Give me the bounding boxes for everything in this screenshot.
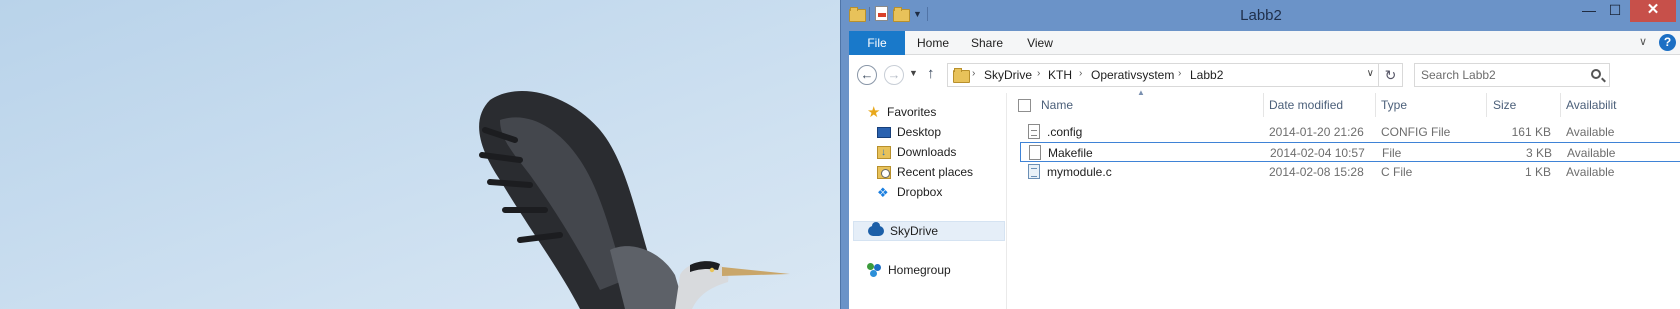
file-size: 3 KB (1525, 146, 1552, 160)
table-row[interactable]: Makefile 2014-02-04 10:57 File 3 KB Avai… (1020, 142, 1680, 162)
config-file-icon (1028, 124, 1040, 139)
file-availability: Available (1567, 146, 1616, 160)
breadcrumb-separator[interactable]: › (1037, 68, 1040, 79)
column-divider[interactable] (1263, 93, 1264, 117)
sidebar-item-favorites[interactable]: ★ Favorites (867, 103, 936, 121)
file-availability: Available (1566, 165, 1615, 179)
breadcrumb-separator[interactable]: › (1178, 68, 1181, 79)
skydrive-cloud-icon (868, 222, 884, 236)
file-date: 2014-02-08 15:28 (1269, 165, 1364, 179)
file-list: ▲ Name Date modified Type Size Availabil… (1008, 88, 1680, 309)
ribbon-tabs: File Home Share View ∨ ? (849, 31, 1680, 55)
file-date: 2014-01-20 21:26 (1269, 125, 1364, 139)
homegroup-icon (867, 263, 882, 277)
blank-file-icon (1029, 145, 1041, 160)
star-icon: ★ (867, 103, 881, 121)
sidebar-item-homegroup[interactable]: Homegroup (867, 261, 951, 279)
column-header-name[interactable]: Name (1041, 95, 1073, 115)
file-type: File (1382, 146, 1402, 160)
desktop-icon (877, 126, 891, 138)
column-header-size[interactable]: Size (1493, 95, 1516, 115)
help-icon[interactable]: ? (1659, 34, 1676, 51)
column-divider[interactable] (1560, 93, 1561, 117)
c-file-icon (1028, 164, 1040, 179)
sidebar-item-downloads[interactable]: Downloads (877, 143, 957, 162)
file-name: Makefile (1048, 146, 1093, 160)
column-header-date-modified[interactable]: Date modified (1269, 95, 1343, 115)
sidebar-item-dropbox[interactable]: ❖ Dropbox (877, 183, 942, 201)
sidebar-item-label: SkyDrive (890, 224, 939, 238)
dropbox-icon: ❖ (877, 184, 889, 200)
select-all-checkbox[interactable] (1018, 99, 1031, 112)
breadcrumb-labb2[interactable]: Labb2 (1190, 68, 1223, 82)
sidebar-item-label: Homegroup (888, 263, 951, 277)
file-size: 161 KB (1511, 125, 1551, 139)
downloads-folder-icon (877, 144, 891, 162)
window-title: Labb2 (1240, 7, 1282, 24)
tab-share[interactable]: Share (961, 31, 1013, 55)
file-date: 2014-02-04 10:57 (1270, 146, 1365, 160)
tab-file[interactable]: File (849, 31, 905, 55)
column-divider[interactable] (1375, 93, 1376, 117)
sidebar-item-label: Downloads (897, 145, 957, 159)
refresh-button[interactable]: ↻ (1379, 63, 1403, 87)
back-button[interactable]: ← (857, 65, 877, 85)
close-button[interactable]: ✕ (1630, 0, 1676, 22)
folder-icon (953, 68, 970, 83)
sort-ascending-icon: ▲ (1137, 88, 1145, 97)
sidebar-item-skydrive[interactable]: SkyDrive (853, 221, 1005, 241)
breadcrumb-kth[interactable]: KTH (1048, 68, 1072, 82)
navigation-bar: ← → ▼ ↑ › SkyDrive › KTH › Operativsyste… (849, 55, 1680, 93)
explorer-window: ▼ Labb2 — ☐ ✕ File Home Share View ∨ ? ←… (840, 0, 1680, 309)
address-bar[interactable]: › SkyDrive › KTH › Operativsystem › Labb… (947, 63, 1379, 87)
title-bar[interactable]: ▼ Labb2 — ☐ ✕ (841, 0, 1680, 31)
breadcrumb-operativsystem[interactable]: Operativsystem (1091, 68, 1174, 82)
search-icon[interactable] (1591, 69, 1601, 79)
forward-button[interactable]: → (884, 65, 904, 85)
up-arrow-icon[interactable]: ↑ (927, 65, 935, 82)
breadcrumb-separator[interactable]: › (1079, 68, 1082, 79)
column-header-type[interactable]: Type (1381, 95, 1407, 115)
address-history-chevron-down-icon[interactable]: ∨ (1367, 68, 1374, 79)
file-type: C File (1381, 165, 1413, 179)
file-availability: Available (1566, 125, 1615, 139)
navigation-pane: ★ Favorites Desktop Downloads Recent pla… (849, 93, 1007, 309)
heron-wallpaper-image (479, 91, 790, 309)
tab-home[interactable]: Home (909, 31, 957, 55)
sidebar-item-desktop[interactable]: Desktop (877, 123, 941, 141)
breadcrumb-skydrive[interactable]: SkyDrive (984, 68, 1032, 82)
sidebar-item-recent-places[interactable]: Recent places (877, 163, 973, 181)
file-type: CONFIG File (1381, 125, 1451, 139)
file-size: 1 KB (1524, 165, 1551, 179)
table-row[interactable]: .config 2014-01-20 21:26 CONFIG File 161… (1020, 122, 1680, 142)
window-content: File Home Share View ∨ ? ← → ▼ ↑ › SkyDr… (849, 31, 1680, 309)
sidebar-item-label: Recent places (897, 165, 974, 179)
breadcrumb-separator[interactable]: › (972, 68, 975, 79)
column-header-availability[interactable]: Availabilit (1566, 95, 1616, 115)
tab-view[interactable]: View (1017, 31, 1063, 55)
recent-locations-chevron-down-icon[interactable]: ▼ (909, 68, 918, 78)
sidebar-item-label: Favorites (887, 105, 937, 119)
sidebar-item-label: Desktop (897, 125, 942, 139)
minimize-button[interactable]: — (1576, 0, 1602, 22)
search-box[interactable] (1414, 63, 1610, 87)
search-input[interactable] (1421, 67, 1581, 83)
recent-places-icon (877, 165, 891, 179)
column-divider[interactable] (1486, 93, 1487, 117)
sidebar-item-label: Dropbox (897, 185, 943, 199)
expand-ribbon-chevron-icon[interactable]: ∨ (1639, 35, 1647, 48)
file-name: mymodule.c (1047, 165, 1112, 179)
file-name: .config (1047, 125, 1083, 139)
table-row[interactable]: mymodule.c 2014-02-08 15:28 C File 1 KB … (1020, 162, 1680, 182)
maximize-button[interactable]: ☐ (1602, 0, 1628, 22)
